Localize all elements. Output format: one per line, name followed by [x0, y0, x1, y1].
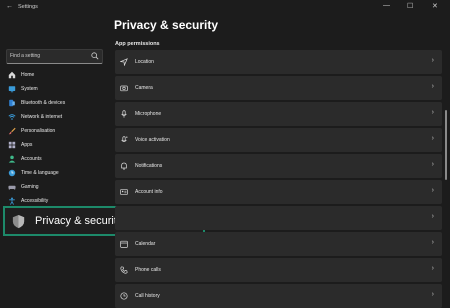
permission-label: Calendar [135, 241, 156, 247]
permission-row-voice-activation[interactable]: Voice activation › [115, 128, 442, 152]
accessibility-icon [9, 197, 15, 205]
permission-label: Phone calls [135, 267, 161, 273]
permission-row-microphone[interactable]: Microphone › [115, 102, 442, 126]
sidebar-item-label: System [21, 86, 38, 92]
permission-row-calendar[interactable]: Calendar › [115, 232, 442, 256]
permission-label: Location [135, 59, 154, 65]
permission-row-camera[interactable]: Camera › [115, 76, 442, 100]
sidebar-item-label: Time & language [21, 170, 59, 176]
permission-row-account-info[interactable]: Account info › [115, 180, 442, 204]
sidebar-item-label: Personalisation [21, 128, 56, 134]
back-button[interactable]: ← [6, 3, 13, 10]
permission-row-location[interactable]: Location › [115, 50, 442, 74]
person-icon [8, 155, 16, 163]
gamepad-icon [8, 185, 16, 190]
sidebar-item-label: Bluetooth & devices [21, 100, 66, 106]
call-history-icon [120, 292, 128, 300]
apps-icon [8, 141, 16, 149]
search-icon[interactable] [91, 52, 99, 60]
permission-label: Microphone [135, 111, 162, 117]
section-heading: App permissions [115, 41, 160, 47]
bluetooth-icon [9, 99, 15, 107]
location-icon [120, 58, 128, 66]
shield-icon [12, 214, 25, 229]
sidebar-item-label: Privacy & security [35, 215, 123, 227]
sidebar-item-time-language[interactable]: Time & language [4, 166, 104, 180]
calendar-icon [120, 240, 128, 248]
sidebar-item-accounts[interactable]: Accounts [4, 152, 104, 166]
permission-row-hidden[interactable]: › [115, 206, 442, 230]
sidebar-item-apps[interactable]: Apps [4, 138, 104, 152]
sidebar-item-label: Network & internet [21, 114, 63, 120]
permission-label: Camera [135, 85, 153, 91]
chevron-right-icon: › [431, 135, 434, 142]
sidebar-item-label: Accessibility [21, 198, 49, 204]
voice-activation-icon [121, 136, 128, 142]
home-icon [8, 71, 16, 79]
scrollbar[interactable] [445, 110, 447, 180]
chevron-right-icon: › [431, 265, 434, 272]
sidebar-item-system[interactable]: System [4, 82, 104, 96]
permission-label: Call history [135, 293, 160, 299]
sidebar-item-network[interactable]: Network & internet [4, 110, 104, 124]
permission-label: Voice activation [135, 137, 170, 143]
wifi-icon [8, 114, 16, 120]
sidebar-item-gaming[interactable]: Gaming [4, 180, 104, 194]
permission-label: Notifications [135, 163, 163, 169]
chevron-right-icon: › [431, 109, 434, 116]
sidebar-item-personalisation[interactable]: Personalisation [4, 124, 104, 138]
chevron-right-icon: › [431, 239, 434, 246]
chevron-right-icon: › [431, 161, 434, 168]
sidebar-item-label: Gaming [21, 184, 39, 190]
phone-icon [120, 266, 128, 274]
close-button[interactable]: ✕ [432, 2, 438, 10]
permission-row-phone-calls[interactable]: Phone calls › [115, 258, 442, 282]
search-box[interactable] [6, 49, 103, 64]
page-title: Privacy & security [114, 18, 219, 32]
brush-icon [8, 127, 16, 135]
microphone-icon [121, 110, 127, 118]
chevron-right-icon: › [431, 187, 434, 194]
sidebar-item-label: Home [21, 72, 35, 78]
permission-row-call-history[interactable]: Call history › [115, 284, 442, 308]
window-title: Settings [18, 4, 38, 10]
chevron-right-icon: › [431, 291, 434, 298]
permission-row-notifications[interactable]: Notifications › [115, 154, 442, 178]
permission-label: Account info [135, 189, 163, 195]
sidebar-item-label: Apps [21, 142, 33, 148]
chevron-right-icon: › [431, 57, 434, 64]
maximize-button[interactable]: ☐ [407, 2, 413, 10]
sidebar-nav: Home System Bluetooth & devices Network … [4, 68, 104, 208]
sidebar-item-label: Accounts [21, 156, 42, 162]
chevron-right-icon: › [431, 83, 434, 90]
sidebar-item-bluetooth[interactable]: Bluetooth & devices [4, 96, 104, 110]
camera-icon [120, 85, 128, 92]
minimize-button[interactable]: — [383, 2, 390, 9]
search-input[interactable] [10, 50, 88, 62]
sidebar-item-home[interactable]: Home [4, 68, 104, 82]
chevron-right-icon: › [431, 213, 434, 220]
bell-icon [121, 162, 127, 170]
clock-icon [8, 169, 16, 177]
system-icon [8, 86, 16, 93]
account-info-icon [120, 189, 128, 195]
title-bar: ← Settings — ☐ ✕ [0, 0, 450, 16]
